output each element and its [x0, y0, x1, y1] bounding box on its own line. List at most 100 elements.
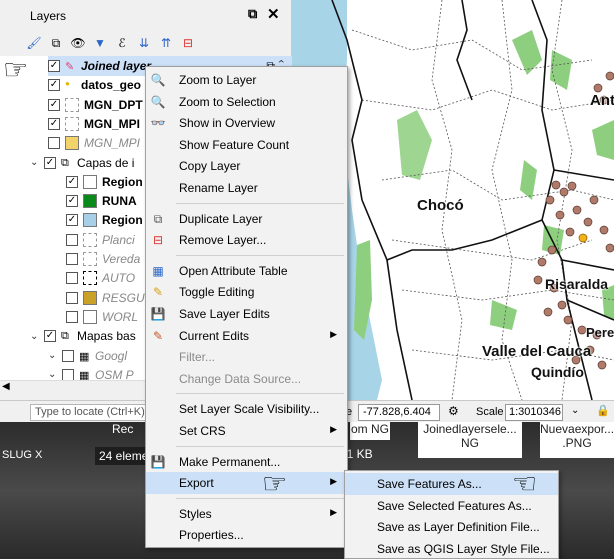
menu-item-rename-layer[interactable]: Rename Layer	[146, 177, 347, 199]
filter-expression-icon[interactable]: ℰ	[112, 33, 132, 53]
menu-item-label: Show in Overview	[179, 116, 276, 131]
menu-item-remove-layer[interactable]: ⊟ Remove Layer...	[146, 229, 347, 251]
menu-item-label: Save Selected Features As...	[377, 498, 532, 513]
menu-item-current-edits[interactable]: ✎ Current Edits ▶	[146, 325, 347, 347]
menu-item-label: Filter...	[179, 350, 216, 365]
menu-item-label: Export	[179, 476, 214, 491]
layer-visibility-checkbox[interactable]: ✓	[66, 175, 78, 188]
menu-item-label: Open Attribute Table	[179, 263, 288, 278]
layer-name: RUNA	[102, 194, 137, 209]
menu-item-filter[interactable]: Filter...	[146, 346, 347, 368]
reserve-area	[490, 300, 517, 330]
float-panel-icon[interactable]: ⧉	[248, 6, 264, 22]
remove-layer-toolbar-icon[interactable]: ⊟	[178, 33, 198, 53]
layer-visibility-checkbox[interactable]: ✓	[66, 214, 78, 227]
menu-separator	[176, 445, 344, 447]
locator-search-input[interactable]: Type to locate (Ctrl+K)	[30, 404, 148, 421]
layer-visibility-checkbox[interactable]	[66, 253, 78, 265]
layer-symbol-swatch	[83, 290, 97, 305]
layer-name: Googl	[95, 348, 128, 363]
layer-visibility-checkbox[interactable]	[66, 272, 78, 285]
layer-group-icon: ⧉	[61, 156, 69, 169]
filter-legend-icon[interactable]: ▼	[90, 33, 110, 53]
menu-item-change-data-source[interactable]: Change Data Source...	[146, 368, 347, 390]
menu-item-zoom-to-selection[interactable]: 🔍 Zoom to Selection	[146, 91, 347, 113]
map-label-valle: Valle del Cauca	[482, 343, 592, 360]
layer-visibility-checkbox[interactable]: ✓	[48, 117, 60, 130]
remove-layer-icon: ⊟	[152, 233, 164, 248]
menu-item-duplicate-layer[interactable]: ⧉ Duplicate Layer	[146, 208, 347, 230]
point-symbol-icon: ●	[65, 79, 70, 89]
menu-item-label: Duplicate Layer	[179, 211, 263, 226]
menu-item-label: Current Edits	[179, 328, 250, 343]
expand-all-icon[interactable]: ⇊	[134, 33, 154, 53]
layer-visibility-checkbox[interactable]: ✓	[44, 330, 56, 343]
menu-item-label: Remove Layer...	[179, 233, 267, 248]
layer-visibility-checkbox[interactable]: ✓	[48, 60, 60, 72]
reserve-area	[397, 110, 432, 180]
layer-visibility-checkbox[interactable]	[62, 349, 74, 362]
layer-visibility-checkbox[interactable]: ✓	[66, 195, 78, 208]
layer-visibility-checkbox[interactable]	[66, 310, 78, 323]
save-edits-icon: 💾	[150, 307, 166, 321]
manage-visibility-icon[interactable]: 👁	[68, 33, 88, 53]
menu-item-open-attribute-table[interactable]: ▦ Open Attribute Table	[146, 260, 347, 282]
menu-item-set-layer-scale-visibility[interactable]: Set Layer Scale Visibility...	[146, 398, 347, 420]
expand-arrow-icon[interactable]: ⌄	[30, 331, 42, 342]
scale-dropdown-icon[interactable]: ⌄	[571, 405, 579, 416]
map-label-quindio: Quindío	[531, 364, 584, 380]
menu-item-toggle-editing[interactable]: ✎ Toggle Editing	[146, 281, 347, 303]
layer-visibility-checkbox[interactable]	[48, 137, 60, 150]
layer-visibility-checkbox[interactable]	[62, 368, 74, 381]
submenu-arrow-icon: ▶	[330, 506, 337, 517]
map-label-antioquia: Ant	[590, 92, 614, 109]
menu-item-save-layer-edits[interactable]: 💾 Save Layer Edits	[146, 303, 347, 325]
layer-name: MGN_DPT	[84, 97, 143, 112]
menu-item-zoom-to-layer[interactable]: 🔍 Zoom to Layer	[146, 69, 347, 91]
menu-item-label: Save Layer Edits	[179, 307, 270, 321]
tile-layer-icon: ▦	[79, 369, 90, 382]
layer-symbol-swatch	[83, 194, 97, 209]
menu-item-label: Zoom to Selection	[179, 94, 276, 109]
expand-arrow-icon[interactable]: ⌄	[48, 369, 60, 380]
menu-item-copy-layer[interactable]: Copy Layer	[146, 155, 347, 177]
layer-symbol-swatch	[65, 116, 79, 131]
add-group-icon[interactable]: ⧉	[46, 33, 66, 53]
zoom-selection-icon: 🔍	[150, 94, 166, 109]
menu-item-label: Change Data Source...	[179, 371, 302, 386]
export-item-save-as-qgis-layer-style-file[interactable]: Save as QGIS Layer Style File...	[345, 538, 558, 559]
lock-scale-icon[interactable]: 🔒	[596, 404, 610, 417]
menu-item-export[interactable]: Export ▶	[146, 472, 347, 495]
menu-item-label: Make Permanent...	[179, 454, 281, 469]
menu-item-show-feature-count[interactable]: Show Feature Count	[146, 134, 347, 156]
menu-item-label: Toggle Editing	[179, 285, 255, 300]
layer-name: RESGU	[102, 290, 145, 305]
layer-visibility-checkbox[interactable]: ✓	[48, 79, 60, 92]
scale-field[interactable]: 1:3010346	[505, 404, 563, 421]
layers-toolbar: 🖌 ⧉ 👁 ▼ ℰ ⇊ ⇈ ⊟	[24, 33, 198, 55]
layer-visibility-checkbox[interactable]: ✓	[48, 98, 60, 111]
layer-visibility-checkbox[interactable]: ✓	[44, 156, 56, 169]
map-label-risaralda: Risaralda	[545, 276, 609, 292]
reserve-area	[592, 120, 614, 160]
magnifier-icon[interactable]: ⚙	[448, 404, 459, 418]
menu-item-show-in-overview[interactable]: 👓 Show in Overview	[146, 112, 347, 134]
menu-separator	[176, 202, 344, 204]
expand-arrow-icon[interactable]: ⌄	[30, 157, 42, 168]
close-panel-icon[interactable]: ✕	[267, 5, 283, 23]
menu-item-set-crs[interactable]: Set CRS ▶	[146, 420, 347, 442]
layer-symbol-swatch	[83, 252, 97, 266]
layer-visibility-checkbox[interactable]	[66, 291, 78, 304]
menu-item-styles[interactable]: Styles ▶	[146, 503, 347, 525]
collapse-all-icon[interactable]: ⇈	[156, 33, 176, 53]
coordinate-field[interactable]: -77.828,6.404	[358, 404, 440, 421]
layer-symbol-swatch	[83, 271, 97, 286]
expand-arrow-icon[interactable]: ⌄	[48, 350, 60, 361]
menu-item-label: Set Layer Scale Visibility...	[179, 402, 320, 417]
menu-item-make-permanent[interactable]: 💾 Make Permanent...	[146, 451, 347, 473]
style-paint-icon[interactable]: 🖌	[24, 33, 44, 53]
layer-symbol-swatch	[65, 136, 79, 151]
menu-item-properties[interactable]: Properties...	[146, 524, 347, 546]
layer-visibility-checkbox[interactable]	[66, 233, 78, 246]
export-item-save-as-layer-definition-file[interactable]: Save as Layer Definition File...	[345, 516, 558, 538]
